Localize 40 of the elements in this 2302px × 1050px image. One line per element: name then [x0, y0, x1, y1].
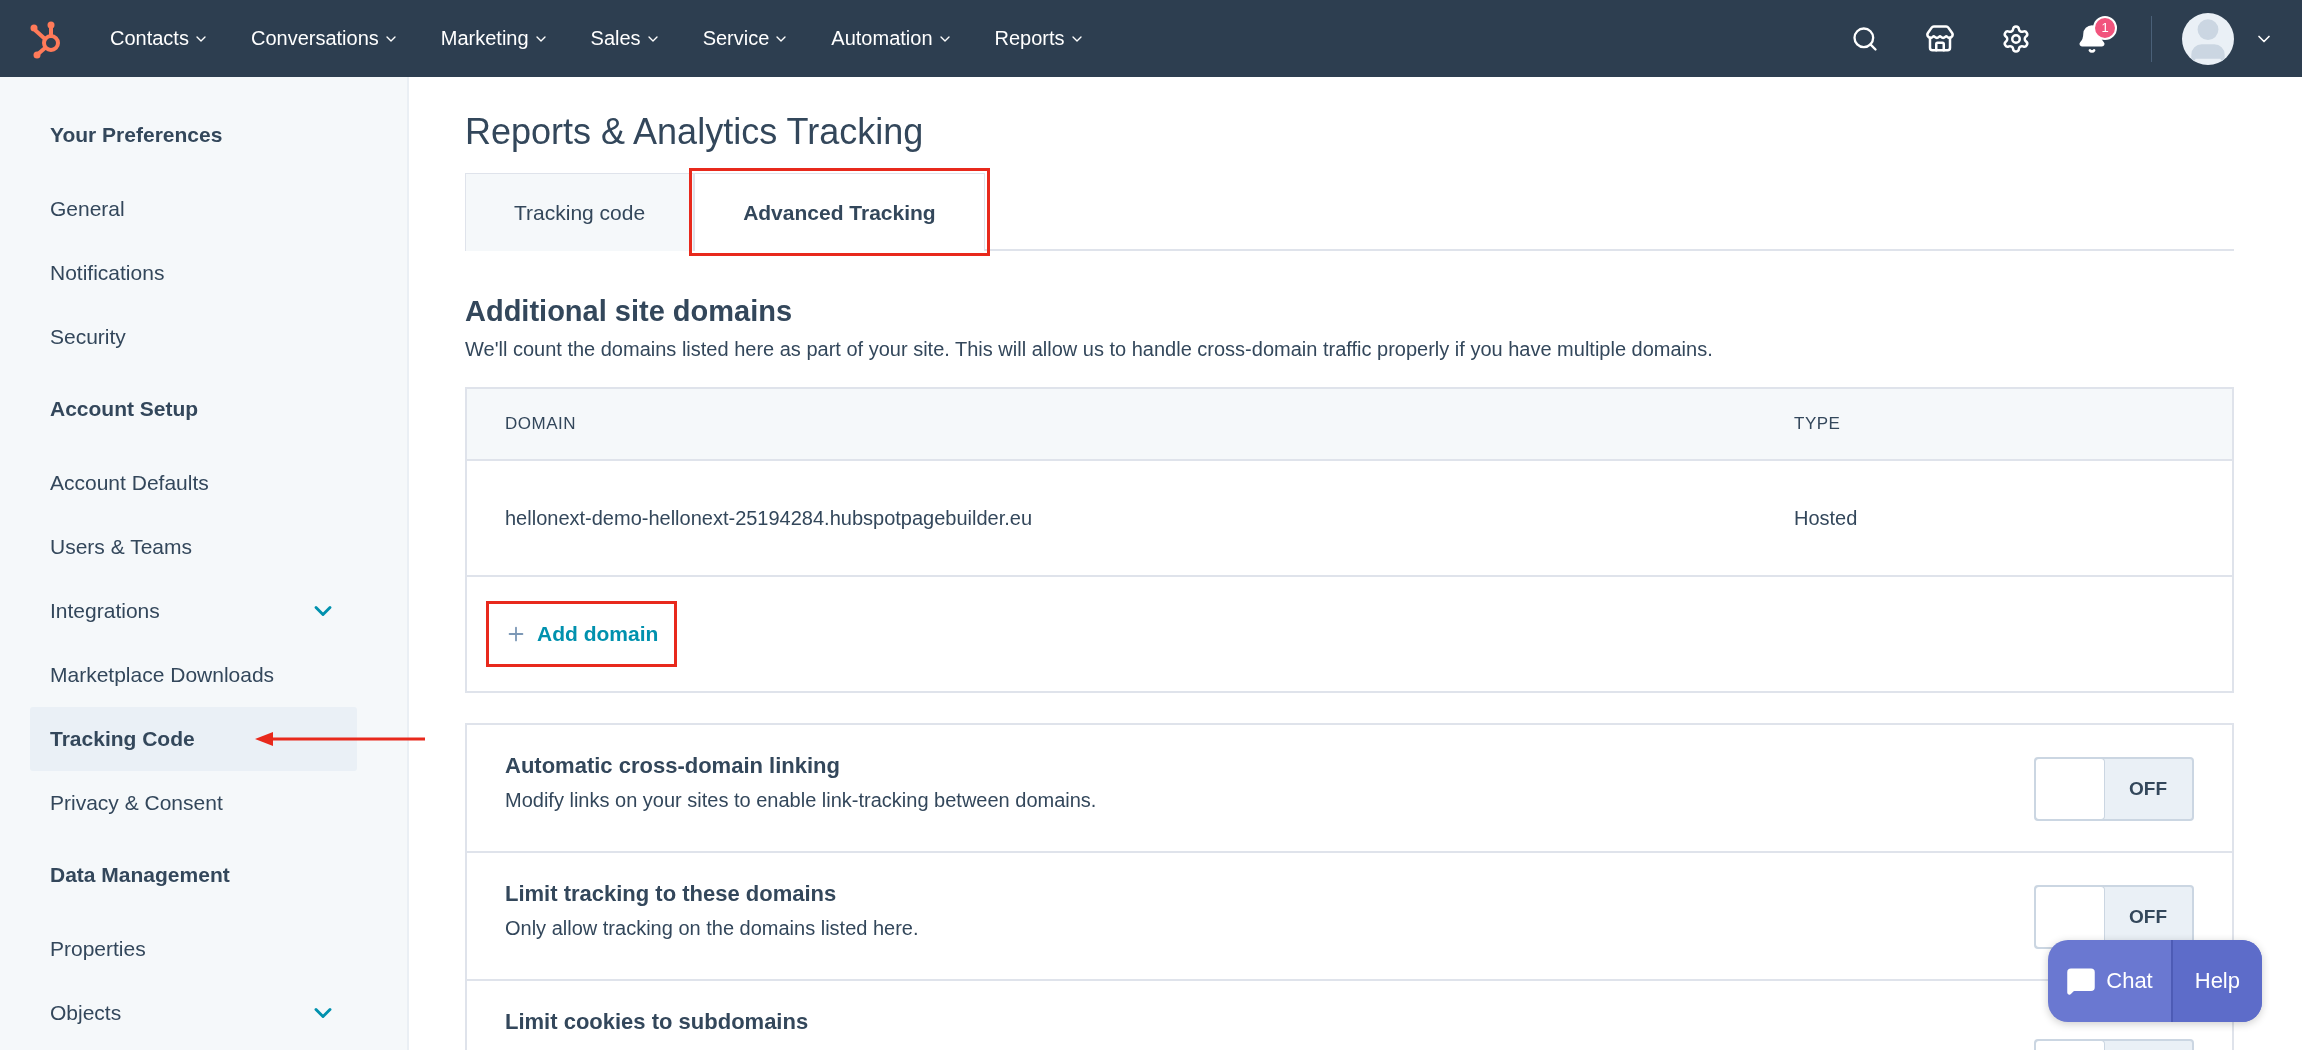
column-header: DOMAIN — [505, 414, 577, 434]
column-header: TYPE — [1794, 414, 1842, 434]
sidebar-item[interactable]: Account Defaults — [30, 451, 357, 515]
sidebar-item[interactable]: Notifications — [30, 241, 357, 305]
notification-count: 1 — [2093, 15, 2117, 40]
nav-menu[interactable]: Sales — [578, 27, 673, 50]
page-title: Reports & Analytics Tracking — [465, 111, 925, 153]
tab[interactable]: Tracking code — [465, 173, 695, 251]
avatar-icon[interactable] — [2182, 12, 2234, 65]
nav-menu[interactable]: Service — [690, 27, 802, 50]
setting-description: Modify links on your sites to enable link-tracking between domains. — [505, 789, 1097, 812]
sidebar-item[interactable]: General — [30, 177, 357, 241]
setting-title: Limit cookies to subdomains — [505, 1009, 809, 1035]
sidebar-item[interactable]: Objects — [30, 981, 357, 1045]
section-heading: Additional site domains — [465, 295, 794, 328]
setting-title: Limit tracking to these domains — [505, 881, 838, 907]
sidebar-heading: Account Setup — [49, 396, 200, 422]
nav-menu[interactable]: Reports — [982, 27, 1097, 50]
help-button[interactable]: Help — [2170, 940, 2262, 1022]
nav-menu[interactable]: Marketing — [428, 27, 561, 50]
chat-bubble-icon — [2066, 966, 2097, 996]
sidebar-item[interactable]: Privacy & Consent — [30, 771, 357, 835]
sidebar-item[interactable]: Users & Teams — [30, 515, 357, 579]
table-cell-text: Hosted — [1794, 506, 1859, 530]
nav-menu[interactable]: Conversations — [238, 27, 411, 50]
sidebar-item[interactable]: Integrations — [30, 579, 357, 643]
sidebar-item[interactable]: Marketplace Downloads — [30, 643, 357, 707]
sidebar-heading: Data Management — [49, 862, 231, 888]
add-domain-button[interactable]: Add domain — [489, 604, 675, 664]
nav-menu[interactable]: Contacts — [98, 27, 221, 50]
table-cell-text: hellonext-demo-hellonext-25194284.hubspotpagebuilder.eu — [505, 506, 1034, 530]
setting-title: Automatic cross-domain linking — [505, 753, 841, 779]
section-description: We'll count the domains listed here as part of your site. This will allow us to handle cross-domain traffic properly if you have multiple domains. — [465, 338, 1714, 361]
sidebar-item[interactable]: Properties — [30, 917, 357, 981]
nav-menu[interactable]: Automation — [819, 27, 965, 50]
setting-description: Only allow tracking on the domains listed here. — [505, 917, 919, 940]
toggle-switch[interactable]: OFF — [2034, 757, 2194, 821]
sidebar-item[interactable]: Security — [30, 305, 357, 369]
sidebar-item[interactable]: Tracking Code — [30, 707, 357, 771]
sidebar-heading: Your Preferences — [49, 122, 224, 148]
